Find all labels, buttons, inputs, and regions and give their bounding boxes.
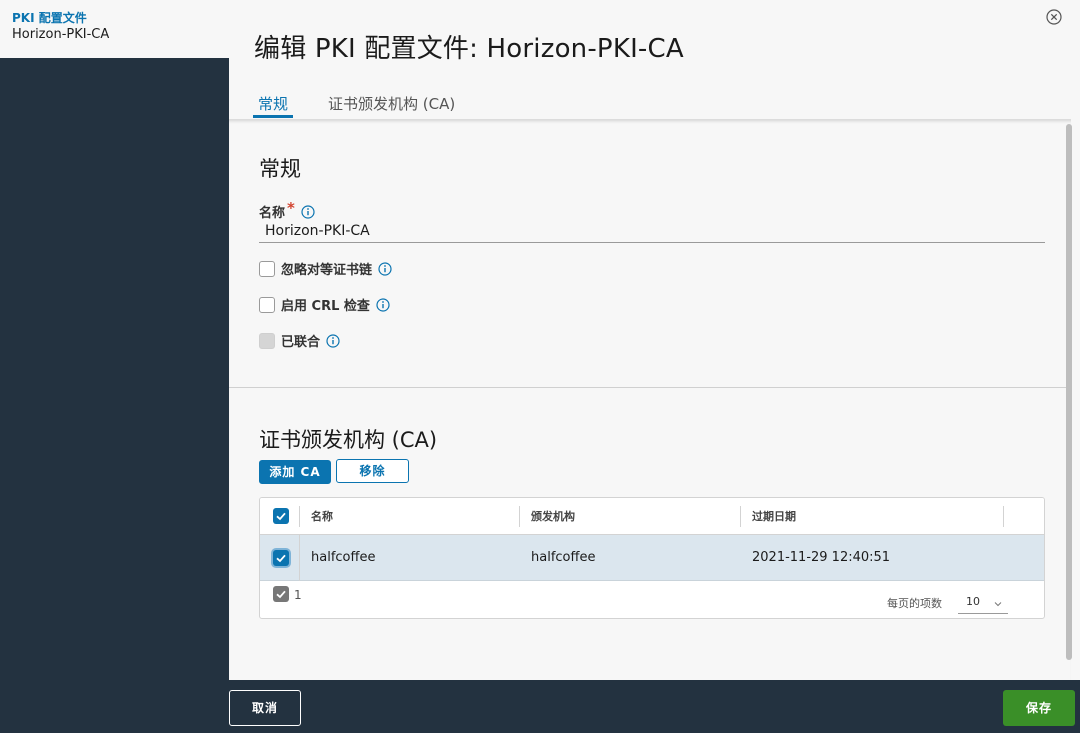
section-title-ca: 证书颁发机构 (CA): [259, 428, 438, 452]
tab-ca[interactable]: 证书颁发机构 (CA): [323, 92, 460, 118]
column-separator[interactable]: [519, 506, 520, 527]
remove-button[interactable]: 移除: [336, 459, 409, 483]
crl-check-checkbox[interactable]: [259, 296, 275, 313]
cancel-button[interactable]: 取消: [229, 690, 301, 726]
federated-label: 已联合: [281, 335, 321, 350]
breadcrumb-subtitle: Horizon-PKI-CA: [12, 27, 110, 42]
add-ca-button[interactable]: 添加 CA: [259, 460, 331, 484]
column-separator: [299, 506, 300, 527]
column-header-expiry[interactable]: 过期日期: [752, 498, 796, 535]
row-checkbox[interactable]: [273, 550, 289, 566]
federated-checkbox: [259, 332, 275, 349]
edit-dialog: 编辑 PKI 配置文件: Horizon-PKI-CA 常规 证书颁发机构 (C…: [229, 0, 1080, 680]
table-row[interactable]: halfcoffee halfcoffee 2021-11-29 12:40:5…: [260, 535, 1044, 581]
info-icon[interactable]: [326, 333, 340, 348]
selected-count: 1: [294, 588, 302, 602]
content-scroll-area: 常规 名称 * 忽略对等证书链 启用 CRL 检查 已联合: [229, 119, 1071, 680]
crl-check-row: 启用 CRL 检查: [259, 295, 390, 314]
breadcrumb-title[interactable]: PKI 配置文件: [12, 11, 229, 25]
cell-name: halfcoffee: [311, 550, 376, 565]
info-icon[interactable]: [378, 261, 392, 276]
page-size-select[interactable]: 10: [958, 592, 1008, 614]
ignore-peer-chain-label: 忽略对等证书链: [281, 263, 373, 278]
column-separator[interactable]: [1003, 506, 1004, 527]
cell-issuer: halfcoffee: [531, 550, 596, 565]
column-separator[interactable]: [740, 506, 741, 527]
section-divider: [229, 387, 1071, 388]
crl-check-label: 启用 CRL 检查: [281, 299, 370, 314]
required-mark: *: [287, 198, 295, 217]
vertical-scrollbar[interactable]: [1066, 124, 1072, 660]
datagrid-footer: 1 每页的项数 10: [260, 582, 1044, 618]
sidebar: PKI 配置文件 Horizon-PKI-CA: [0, 0, 229, 680]
tab-general[interactable]: 常规: [253, 92, 294, 118]
page-title: 编辑 PKI 配置文件: Horizon-PKI-CA: [254, 34, 684, 64]
federated-row: 已联合: [259, 331, 340, 350]
tab-bar: 常规 证书颁发机构 (CA): [253, 92, 490, 118]
page-size-value: 10: [966, 595, 980, 608]
save-button[interactable]: 保存: [1003, 690, 1075, 726]
chevron-down-icon: [994, 598, 1002, 607]
column-separator: [299, 535, 300, 581]
ca-datagrid: 名称 颁发机构 过期日期 halfcoffee halfcoffee 2021-…: [259, 497, 1045, 619]
select-all-checkbox[interactable]: [273, 508, 289, 524]
info-icon[interactable]: [301, 204, 315, 219]
datagrid-header: 名称 颁发机构 过期日期: [260, 498, 1044, 535]
section-title-general: 常规: [259, 157, 301, 181]
selection-count-checkbox: [273, 586, 289, 602]
close-icon[interactable]: [1046, 9, 1062, 25]
column-header-issuer[interactable]: 颁发机构: [531, 498, 575, 535]
column-header-name[interactable]: 名称: [311, 498, 333, 535]
ignore-peer-chain-checkbox[interactable]: [259, 260, 275, 277]
ignore-peer-chain-row: 忽略对等证书链: [259, 259, 392, 278]
sidebar-breadcrumb: PKI 配置文件 Horizon-PKI-CA: [0, 0, 229, 58]
footer-bar: 取消 保存: [0, 680, 1080, 733]
name-input[interactable]: [259, 219, 1045, 243]
info-icon[interactable]: [376, 297, 390, 312]
page-size-label: 每页的项数: [887, 597, 942, 610]
cell-expiry: 2021-11-29 12:40:51: [752, 550, 891, 565]
